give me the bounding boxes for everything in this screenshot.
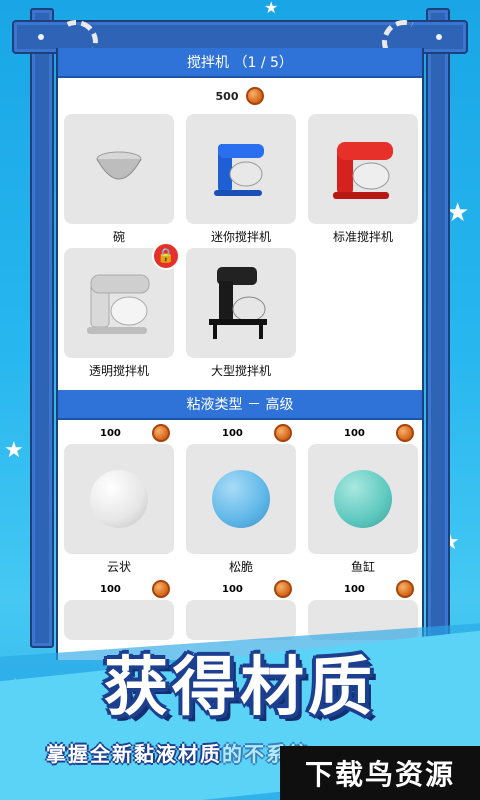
item-label: 云状 bbox=[106, 559, 131, 574]
frame-right-post bbox=[426, 8, 450, 648]
item-preview bbox=[186, 600, 296, 640]
item-price-row: 100 bbox=[64, 578, 174, 600]
mixer-section-title: 搅拌机 （1 / 5） bbox=[187, 55, 293, 71]
item-preview bbox=[308, 114, 418, 224]
coin-icon bbox=[152, 424, 170, 442]
bowl-icon bbox=[96, 151, 142, 180]
star-icon: ★ bbox=[8, 674, 23, 693]
black-mixer-icon bbox=[209, 267, 267, 339]
blue-mixer-icon bbox=[214, 144, 264, 196]
red-mixer-icon bbox=[333, 142, 393, 199]
slime-grid: 100 云状 100 松脆 100 鱼缸 100 100 100 bbox=[58, 422, 422, 640]
cloud-slime-ball bbox=[90, 470, 148, 528]
item-label: 透明搅拌机 bbox=[88, 363, 149, 378]
item-label: 大型搅拌机 bbox=[210, 363, 271, 378]
slime-item-next[interactable]: 100 bbox=[308, 578, 418, 640]
star-icon: ★ bbox=[4, 438, 24, 463]
item-price-row: 100 bbox=[64, 422, 174, 444]
banner-subtitle-text: 掌握全新黏液材质 bbox=[46, 742, 222, 766]
banner-subtitle: 掌握全新黏液材质的不系统 bbox=[46, 738, 310, 767]
mixer-item-large[interactable]: 大型搅拌机 bbox=[186, 248, 296, 382]
coin-icon bbox=[274, 424, 292, 442]
item-preview: 🔒 bbox=[64, 242, 180, 358]
coin-icon bbox=[396, 580, 414, 598]
mixer-price-row: 500 bbox=[58, 78, 422, 114]
item-preview bbox=[186, 248, 296, 358]
transparent-mixer-icon bbox=[87, 274, 150, 334]
item-price-row: 100 bbox=[186, 578, 296, 600]
item-label: 松脆 bbox=[228, 559, 253, 574]
mixer-price: 500 bbox=[215, 89, 239, 103]
mixer-item-standard[interactable]: 标准搅拌机 bbox=[308, 114, 418, 248]
slime-item-fishbowl[interactable]: 100 鱼缸 bbox=[308, 422, 418, 578]
item-price-row: 100 bbox=[186, 422, 296, 444]
mixer-item-mini[interactable]: 迷你搅拌机 bbox=[186, 114, 296, 248]
item-price-row: 100 bbox=[308, 578, 418, 600]
item-price: 100 bbox=[100, 583, 121, 595]
slime-item-cloud[interactable]: 100 云状 bbox=[64, 422, 174, 578]
item-price: 100 bbox=[344, 583, 365, 595]
item-label: 鱼缸 bbox=[350, 559, 375, 574]
item-price: 100 bbox=[100, 427, 121, 439]
frame-left-post bbox=[30, 8, 54, 648]
coin-icon bbox=[274, 580, 292, 598]
item-price: 100 bbox=[344, 427, 365, 439]
fishbowl-slime-ball bbox=[334, 470, 392, 528]
item-preview bbox=[186, 114, 296, 224]
shop-panel: 搅拌机 （1 / 5） 500 碗 迷你搅拌机 标准搅拌机 🔒 透明搅拌机 大型… bbox=[56, 48, 424, 660]
lock-icon: 🔒 bbox=[152, 242, 180, 270]
item-price: 100 bbox=[222, 427, 243, 439]
slime-item-next[interactable]: 100 bbox=[186, 578, 296, 640]
mixer-item-bowl[interactable]: 碗 bbox=[64, 114, 174, 248]
watermark: 下载鸟资源 bbox=[280, 746, 480, 800]
coin-icon bbox=[246, 87, 265, 105]
star-icon: ★ bbox=[264, 0, 279, 17]
mixer-section-header: 搅拌机 （1 / 5） bbox=[58, 48, 422, 78]
item-preview bbox=[308, 444, 418, 554]
item-preview bbox=[64, 600, 174, 640]
item-label: 迷你搅拌机 bbox=[210, 229, 271, 244]
slime-section-header: 粘液类型 － 高级 bbox=[58, 390, 422, 420]
item-preview bbox=[186, 444, 296, 554]
mixer-item-transparent[interactable]: 🔒 透明搅拌机 bbox=[64, 242, 180, 382]
item-preview bbox=[64, 444, 174, 554]
slime-section-title: 粘液类型 － 高级 bbox=[186, 397, 294, 413]
slime-item-next[interactable]: 100 bbox=[64, 578, 174, 640]
coin-icon bbox=[152, 580, 170, 598]
mixer-grid: 碗 迷你搅拌机 标准搅拌机 🔒 透明搅拌机 大型搅拌机 bbox=[58, 114, 422, 382]
item-price-row: 100 bbox=[308, 422, 418, 444]
item-price: 100 bbox=[222, 583, 243, 595]
coin-icon bbox=[396, 424, 414, 442]
crunchy-slime-ball bbox=[212, 470, 270, 528]
slime-item-crunchy[interactable]: 100 松脆 bbox=[186, 422, 296, 578]
item-preview bbox=[308, 600, 418, 640]
item-label: 标准搅拌机 bbox=[332, 229, 393, 244]
item-preview bbox=[64, 114, 174, 224]
